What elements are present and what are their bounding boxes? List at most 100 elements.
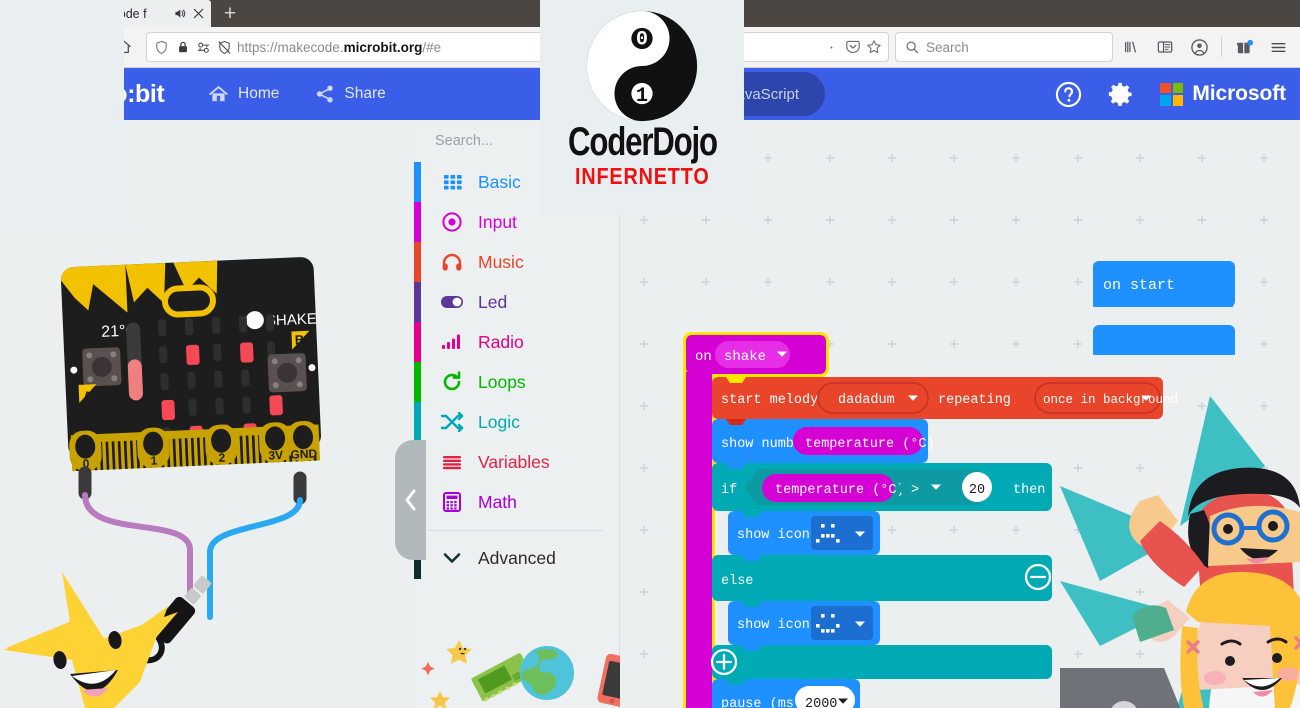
led-pixel <box>241 369 250 387</box>
toolbar-divider <box>1221 37 1222 57</box>
help-question-icon[interactable] <box>1042 68 1094 120</box>
category-stripe <box>414 362 421 402</box>
grid-cross <box>888 154 896 162</box>
permissions-icon[interactable] <box>195 39 212 56</box>
speaker-icon[interactable] <box>172 7 186 21</box>
led-cell <box>831 529 835 533</box>
led-cell <box>816 629 820 633</box>
toolbox-advanced-label: Advanced <box>478 547 556 568</box>
toolbox-search-input[interactable]: Search... <box>435 133 493 149</box>
icon-field[interactable] <box>811 516 873 550</box>
share-menu-item[interactable]: Share <box>297 68 403 120</box>
share-icon <box>315 84 335 104</box>
grid-cross <box>640 650 648 658</box>
block-on-shake-body[interactable] <box>686 372 712 708</box>
toolbox-category-loops[interactable]: Loops <box>414 362 619 402</box>
category-stripe <box>414 242 421 282</box>
home-menu-item[interactable]: Home <box>190 68 297 120</box>
toolbox-category-label: Radio <box>478 331 524 352</box>
melody-value: dadadum <box>838 393 895 408</box>
led-cell <box>821 624 825 628</box>
search-input[interactable]: Search <box>926 40 969 55</box>
condition-left: temperature (°C) <box>775 483 905 498</box>
led-cell <box>831 539 835 543</box>
icon-field[interactable] <box>811 606 873 640</box>
toolbox-category-label: Logic <box>478 411 520 432</box>
coderdojo-overlay: 0 1 CoderDojo INFERNETTO <box>540 0 744 215</box>
toolbox-category-label: Music <box>478 251 524 272</box>
toolbox-category-label: Loops <box>478 371 526 392</box>
account-icon[interactable] <box>1183 31 1215 63</box>
shield-icon[interactable] <box>153 39 170 56</box>
new-tab-button[interactable]: + <box>211 0 249 27</box>
hamburger-menu-icon[interactable] <box>1262 31 1294 63</box>
microsoft-brand[interactable]: Microsoft <box>1146 82 1286 106</box>
grid-cross <box>1260 278 1268 286</box>
coderdojo-title: CoderDojo <box>567 120 718 164</box>
lock-icon[interactable] <box>174 39 191 56</box>
loop-arrow-icon <box>437 367 467 397</box>
grid-cross <box>640 526 648 534</box>
browser-search-box[interactable]: Search <box>895 32 1113 62</box>
toolbox-divider <box>428 530 603 531</box>
yin-digit: 0 <box>636 29 648 52</box>
toolbox-category-led[interactable]: Led <box>414 282 619 322</box>
then-label: then <box>1013 483 1045 498</box>
grid-cross <box>1260 154 1268 162</box>
led-pixel <box>211 316 221 334</box>
grid-icon <box>437 167 467 197</box>
grid-cross <box>1260 340 1268 348</box>
sidebar-icon[interactable] <box>1149 31 1181 63</box>
led-cell <box>831 534 835 538</box>
toolbox-advanced[interactable]: Advanced <box>414 537 619 579</box>
library-icon[interactable] <box>1115 31 1147 63</box>
led-cell <box>816 624 820 628</box>
toolbox-collapse-handle[interactable] <box>395 440 426 560</box>
toolbox-category-music[interactable]: Music <box>414 242 619 282</box>
led-pixel <box>239 342 254 363</box>
url-address-bar[interactable]: https://makecode.microbit.org/#e <box>146 32 889 62</box>
block-if-footer[interactable] <box>712 645 1052 679</box>
led-pixel <box>269 395 283 416</box>
toolbox-category-logic[interactable]: Logic <box>414 402 619 442</box>
toolbox-category-radio[interactable]: Radio <box>414 322 619 362</box>
led-cell <box>836 539 840 543</box>
led-cell <box>831 609 835 613</box>
led-pixel <box>161 399 176 421</box>
toggle-icon <box>437 287 467 317</box>
repeating-label: repeating <box>938 393 1011 408</box>
led-cell <box>826 524 830 528</box>
gear-icon[interactable] <box>1094 68 1146 120</box>
toolbox-category-math[interactable]: Math <box>414 482 619 522</box>
led-cell <box>821 524 825 528</box>
on-shake-keyword: on <box>695 349 712 365</box>
grid-cross <box>1074 216 1082 224</box>
block-field[interactable] <box>900 474 948 500</box>
star-bookmark-icon[interactable] <box>865 39 882 56</box>
block-else[interactable] <box>712 555 1052 601</box>
coderdojo-subtitle: INFERNETTO <box>574 163 710 189</box>
led-cell <box>821 529 825 533</box>
lines-icon <box>437 447 467 477</box>
grid-cross <box>640 340 648 348</box>
led-cell <box>826 619 830 623</box>
led-cell <box>826 624 830 628</box>
reader-mode-icon[interactable] <box>823 39 840 56</box>
grid-cross <box>950 216 958 224</box>
pocket-icon[interactable] <box>844 39 861 56</box>
toolbox-decoration-illustration <box>421 640 620 708</box>
extensions-gift-icon[interactable] <box>1228 31 1260 63</box>
tracking-protection-off-icon[interactable] <box>216 39 233 56</box>
show-icon-label: show icon <box>737 528 810 543</box>
led-cell <box>816 519 820 523</box>
led-cell <box>826 529 830 533</box>
chevron-left-icon <box>405 489 415 511</box>
grid-cross <box>826 216 834 224</box>
grid-cross <box>1012 216 1020 224</box>
pin-label: 3V <box>268 448 283 463</box>
led-pixel <box>188 398 197 416</box>
close-icon[interactable] <box>191 7 205 21</box>
toolbox-category-variables[interactable]: Variables <box>414 442 619 482</box>
led-cell <box>836 524 840 528</box>
home-menu-label: Home <box>238 85 280 102</box>
